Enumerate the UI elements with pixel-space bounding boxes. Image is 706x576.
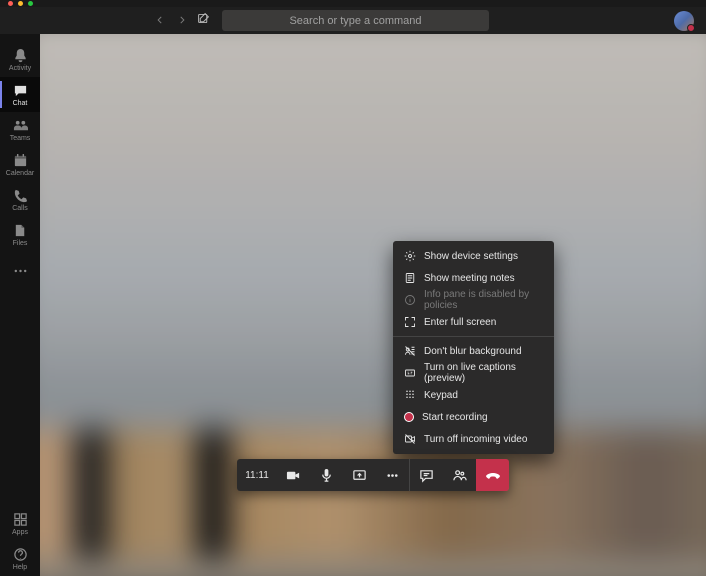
captions-icon <box>404 367 416 379</box>
chat-icon <box>419 468 434 483</box>
hang-up-button[interactable] <box>476 459 509 491</box>
share-screen-button[interactable] <box>343 459 376 491</box>
rail-label: Help <box>13 564 27 571</box>
search-placeholder: Search or type a command <box>289 15 421 27</box>
call-controls-bar: 11:11 <box>237 459 509 491</box>
notes-icon <box>404 272 416 284</box>
titlebar: Search or type a command <box>0 7 706 34</box>
window-chrome <box>0 0 706 7</box>
new-chat-button[interactable] <box>197 12 210 30</box>
rail-help[interactable]: Help <box>0 541 40 576</box>
menu-label: Turn on live captions (preview) <box>424 362 543 384</box>
app-rail: Activity Chat Teams Calendar Calls Files <box>0 34 40 576</box>
menu-label: Show device settings <box>424 251 518 262</box>
remote-video <box>40 34 706 576</box>
maximize-window-button[interactable] <box>28 1 33 6</box>
menu-start-recording[interactable]: Start recording <box>393 406 554 428</box>
more-actions-button[interactable] <box>376 459 409 491</box>
minimize-window-button[interactable] <box>18 1 23 6</box>
keypad-icon <box>404 389 416 401</box>
people-icon <box>452 468 467 483</box>
rail-more-button[interactable] <box>13 252 28 286</box>
incoming-video-off-icon <box>404 433 416 445</box>
call-duration: 11:11 <box>237 459 277 491</box>
menu-label: Info pane is disabled by policies <box>424 289 543 311</box>
rail-teams[interactable]: Teams <box>0 112 40 147</box>
more-actions-menu: Show device settings Show meeting notes … <box>393 241 554 454</box>
call-stage: Show device settings Show meeting notes … <box>40 34 706 576</box>
nav-back-button[interactable] <box>155 12 165 30</box>
fullscreen-icon <box>404 316 416 328</box>
menu-label: Don't blur background <box>424 346 522 357</box>
info-icon <box>404 294 416 306</box>
menu-keypad[interactable]: Keypad <box>393 384 554 406</box>
gear-icon <box>404 250 416 262</box>
nav-forward-button[interactable] <box>177 12 187 30</box>
menu-label: Keypad <box>424 390 458 401</box>
search-input[interactable]: Search or type a command <box>222 10 489 31</box>
rail-label: Chat <box>13 100 28 107</box>
menu-fullscreen[interactable]: Enter full screen <box>393 311 554 333</box>
record-icon <box>404 412 414 422</box>
menu-divider <box>393 336 554 337</box>
menu-device-settings[interactable]: Show device settings <box>393 245 554 267</box>
menu-label: Enter full screen <box>424 317 496 328</box>
rail-label: Files <box>13 240 28 247</box>
show-conversation-button[interactable] <box>410 459 443 491</box>
menu-label: Start recording <box>422 412 488 423</box>
rail-label: Activity <box>9 65 31 72</box>
rail-label: Teams <box>10 135 31 142</box>
hangup-icon <box>485 467 501 483</box>
more-icon <box>385 468 400 483</box>
blur-off-icon <box>404 345 416 357</box>
rail-label: Calendar <box>6 170 34 177</box>
menu-incoming-video-off[interactable]: Turn off incoming video <box>393 428 554 450</box>
rail-calls[interactable]: Calls <box>0 182 40 217</box>
menu-label: Turn off incoming video <box>424 434 527 445</box>
rail-chat[interactable]: Chat <box>0 77 40 112</box>
menu-label: Show meeting notes <box>424 273 515 284</box>
menu-info-pane: Info pane is disabled by policies <box>393 289 554 311</box>
camera-icon <box>286 468 301 483</box>
rail-activity[interactable]: Activity <box>0 42 40 77</box>
rail-files[interactable]: Files <box>0 217 40 252</box>
presence-badge <box>687 24 695 32</box>
share-icon <box>352 468 367 483</box>
menu-live-captions[interactable]: Turn on live captions (preview) <box>393 362 554 384</box>
profile-avatar[interactable] <box>674 11 694 31</box>
menu-meeting-notes[interactable]: Show meeting notes <box>393 267 554 289</box>
rail-apps[interactable]: Apps <box>0 506 40 541</box>
mic-toggle-button[interactable] <box>310 459 343 491</box>
rail-label: Apps <box>12 529 28 536</box>
rail-label: Calls <box>12 205 28 212</box>
rail-calendar[interactable]: Calendar <box>0 147 40 182</box>
show-participants-button[interactable] <box>443 459 476 491</box>
microphone-icon <box>319 468 334 483</box>
close-window-button[interactable] <box>8 1 13 6</box>
menu-blur-background[interactable]: Don't blur background <box>393 340 554 362</box>
camera-toggle-button[interactable] <box>277 459 310 491</box>
